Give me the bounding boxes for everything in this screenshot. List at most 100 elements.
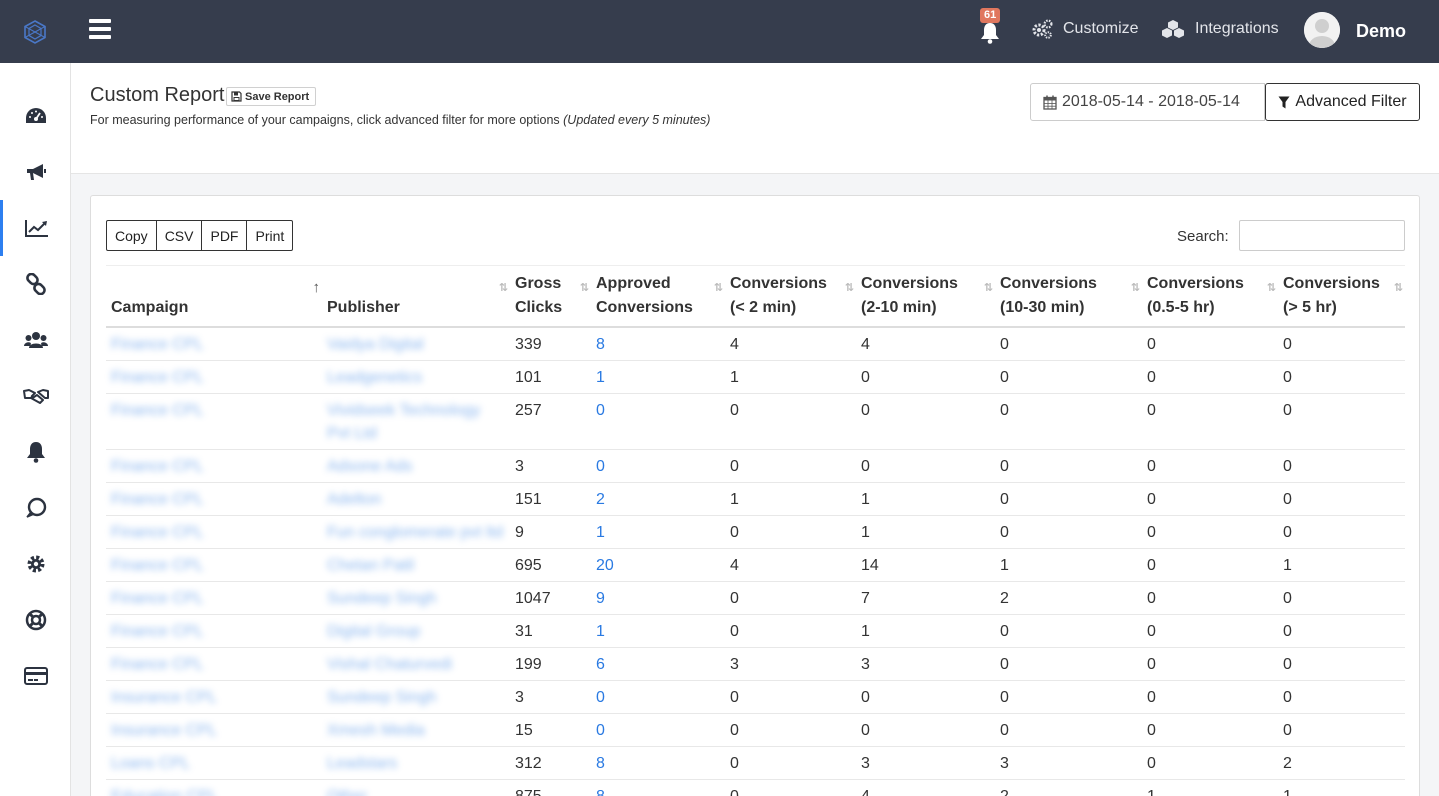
sort-icon[interactable]: ⇅ bbox=[845, 276, 854, 300]
publisher-link[interactable]: Vaidya Digital bbox=[327, 336, 424, 353]
cell-approved-conversions[interactable]: 1 bbox=[591, 515, 725, 549]
pdf-button[interactable]: PDF bbox=[201, 220, 248, 251]
cell-approved-conversions[interactable]: 8 bbox=[591, 327, 725, 361]
sidebar-item-support[interactable] bbox=[0, 592, 71, 648]
campaign-link[interactable]: Loans CPL bbox=[111, 755, 190, 772]
save-report-button[interactable]: Save Report bbox=[226, 87, 317, 106]
campaign-link[interactable]: Finance CPL bbox=[111, 524, 204, 541]
campaign-link[interactable]: Finance CPL bbox=[111, 557, 204, 574]
column-header-campaign[interactable]: Campaign ↑ bbox=[106, 265, 322, 328]
campaign-link[interactable]: Insurance CPL bbox=[111, 722, 217, 739]
sort-ascending-icon[interactable]: ↑ bbox=[313, 276, 320, 300]
csv-button[interactable]: CSV bbox=[155, 220, 203, 251]
sidebar-item-billing[interactable] bbox=[0, 648, 71, 704]
campaign-link[interactable]: Insurance CPL bbox=[111, 689, 217, 706]
cell-approved-conversions[interactable]: 1 bbox=[591, 360, 725, 394]
column-header-conversions-0-5-5hr[interactable]: Conversions (0.5-5 hr) ⇅ bbox=[1142, 265, 1278, 328]
table-row: Insurance CPL Xmesh Media 15 0 0 0 0 0 0 bbox=[106, 713, 1405, 747]
sidebar-item-feedback[interactable] bbox=[0, 480, 71, 536]
publisher-link[interactable]: Sundeep Singh bbox=[327, 590, 436, 607]
column-header-line1: Conversions bbox=[1147, 275, 1244, 292]
campaign-link[interactable]: Finance CPL bbox=[111, 369, 204, 386]
publisher-link[interactable]: Fun conglomerate pvt ltd bbox=[327, 524, 503, 541]
sidebar-item-partners[interactable] bbox=[0, 368, 71, 424]
sidebar-item-alerts[interactable] bbox=[0, 424, 71, 480]
publisher-link[interactable]: Leadgenetics bbox=[327, 369, 422, 386]
notifications-button[interactable]: 61 bbox=[976, 8, 1004, 44]
cell-publisher: Vaidya Digital bbox=[322, 327, 510, 361]
search-input[interactable] bbox=[1239, 220, 1405, 251]
cell-approved-conversions[interactable]: 2 bbox=[591, 482, 725, 516]
cell-approved-conversions[interactable]: 9 bbox=[591, 581, 725, 615]
sort-icon[interactable]: ⇅ bbox=[499, 276, 508, 300]
publisher-link[interactable]: Leadstars bbox=[327, 755, 397, 772]
sort-icon[interactable]: ⇅ bbox=[714, 276, 723, 300]
notification-count-badge: 61 bbox=[980, 8, 1001, 23]
cell-conversions-lt-2min: 1 bbox=[725, 360, 856, 394]
sidebar-item-campaigns[interactable] bbox=[0, 144, 71, 200]
publisher-link[interactable]: Adelton bbox=[327, 491, 381, 508]
cell-approved-conversions[interactable]: 0 bbox=[591, 393, 725, 450]
cell-approved-conversions[interactable]: 6 bbox=[591, 647, 725, 681]
sidebar-item-links[interactable] bbox=[0, 256, 71, 312]
menu-toggle-icon[interactable] bbox=[89, 19, 111, 39]
publisher-link[interactable]: Other bbox=[327, 788, 367, 796]
cell-gross-clicks: 3 bbox=[510, 449, 591, 483]
publisher-link[interactable]: Adsone Ads bbox=[327, 458, 412, 475]
brand-logo[interactable] bbox=[0, 0, 70, 63]
column-header-approved-conversions[interactable]: Approved Conversions ⇅ bbox=[591, 265, 725, 328]
column-header-publisher[interactable]: Publisher ⇅ bbox=[322, 265, 510, 328]
publisher-link[interactable]: Xmesh Media bbox=[327, 722, 425, 739]
publisher-link[interactable]: Digital Group bbox=[327, 623, 420, 640]
save-report-label: Save Report bbox=[245, 90, 310, 103]
campaign-link[interactable]: Finance CPL bbox=[111, 656, 204, 673]
cell-approved-conversions[interactable]: 0 bbox=[591, 713, 725, 747]
page-title: Custom Report bbox=[90, 84, 225, 106]
cell-conversions-lt-2min: 0 bbox=[725, 746, 856, 780]
integrations-link[interactable]: Integrations bbox=[1160, 19, 1279, 39]
date-range-picker[interactable]: 2018-05-14 - 2018-05-14 bbox=[1030, 83, 1265, 121]
sidebar-item-reports[interactable] bbox=[0, 200, 71, 256]
campaign-link[interactable]: Finance CPL bbox=[111, 623, 204, 640]
user-avatar[interactable] bbox=[1304, 12, 1340, 48]
cell-campaign: Finance CPL bbox=[106, 327, 322, 361]
publisher-link[interactable]: Sundeep Singh bbox=[327, 689, 436, 706]
cell-approved-conversions[interactable]: 1 bbox=[591, 614, 725, 648]
cell-approved-conversions[interactable]: 0 bbox=[591, 449, 725, 483]
sort-icon[interactable]: ⇅ bbox=[580, 276, 589, 300]
sidebar-item-dashboard[interactable] bbox=[0, 88, 71, 144]
cell-approved-conversions[interactable]: 8 bbox=[591, 779, 725, 796]
column-header-conversions-2-10min[interactable]: Conversions (2-10 min) ⇅ bbox=[856, 265, 995, 328]
publisher-link[interactable]: Vividseek Technology Pvt Ltd bbox=[327, 402, 480, 442]
cell-publisher: Digital Group bbox=[322, 614, 510, 648]
cell-approved-conversions[interactable]: 8 bbox=[591, 746, 725, 780]
user-name[interactable]: Demo bbox=[1356, 21, 1406, 42]
cell-approved-conversions[interactable]: 0 bbox=[591, 680, 725, 714]
publisher-link[interactable]: Chetan Patil bbox=[327, 557, 414, 574]
campaign-link[interactable]: Education CPL bbox=[111, 788, 218, 796]
publisher-link[interactable]: Vishal Chaturvedi bbox=[327, 656, 452, 673]
sort-icon[interactable]: ⇅ bbox=[1131, 276, 1140, 300]
column-header-gross-clicks[interactable]: Gross Clicks ⇅ bbox=[510, 265, 591, 328]
link-icon bbox=[25, 273, 46, 295]
campaign-link[interactable]: Finance CPL bbox=[111, 458, 204, 475]
column-header-conversions-lt-2min[interactable]: Conversions (< 2 min) ⇅ bbox=[725, 265, 856, 328]
campaign-link[interactable]: Finance CPL bbox=[111, 590, 204, 607]
cell-gross-clicks: 1047 bbox=[510, 581, 591, 615]
sidebar-item-settings[interactable] bbox=[0, 536, 71, 592]
cell-approved-conversions[interactable]: 20 bbox=[591, 548, 725, 582]
campaign-link[interactable]: Finance CPL bbox=[111, 402, 204, 419]
copy-button[interactable]: Copy bbox=[106, 220, 157, 251]
print-button[interactable]: Print bbox=[246, 220, 294, 251]
column-header-conversions-10-30min[interactable]: Conversions (10-30 min) ⇅ bbox=[995, 265, 1142, 328]
sidebar-item-publishers[interactable] bbox=[0, 312, 71, 368]
campaign-link[interactable]: Finance CPL bbox=[111, 491, 204, 508]
sort-icon[interactable]: ⇅ bbox=[1267, 276, 1276, 300]
advanced-filter-button[interactable]: Advanced Filter bbox=[1265, 83, 1420, 121]
cell-conversions-gt-5hr: 0 bbox=[1278, 680, 1405, 714]
customize-link[interactable]: Customize bbox=[1030, 19, 1139, 39]
sort-icon[interactable]: ⇅ bbox=[984, 276, 993, 300]
column-header-conversions-gt-5hr[interactable]: Conversions (> 5 hr) ⇅ bbox=[1278, 265, 1405, 328]
sort-icon[interactable]: ⇅ bbox=[1394, 276, 1403, 300]
campaign-link[interactable]: Finance CPL bbox=[111, 336, 204, 353]
